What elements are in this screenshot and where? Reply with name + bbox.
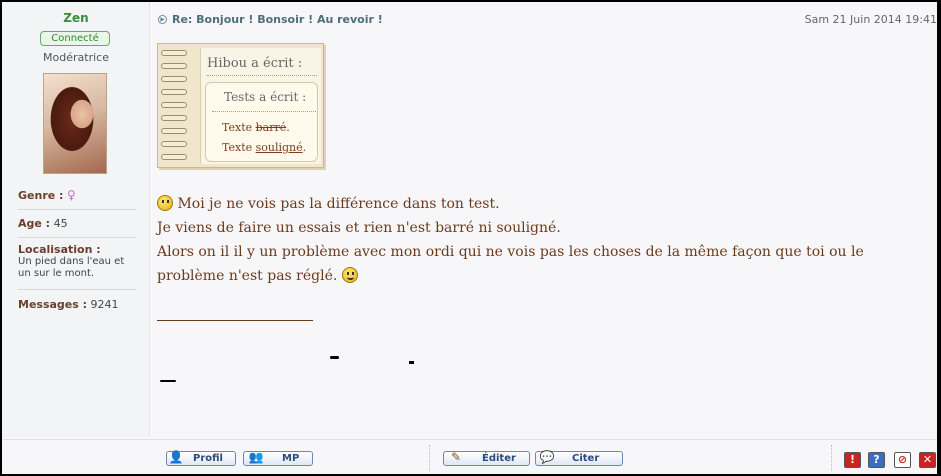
- post-subject[interactable]: Re: Bonjour ! Bonsoir ! Au revoir !: [172, 13, 383, 26]
- profile-gender: Genre : ♀: [18, 188, 136, 202]
- help-button[interactable]: ?: [868, 452, 885, 468]
- profile-divider: [18, 289, 136, 290]
- quote-text: .: [286, 121, 290, 134]
- online-status-badge: Connecté: [40, 31, 110, 46]
- post-message: Moi je ne vois pas la différence dans to…: [157, 192, 937, 288]
- message-line: Alors on il il y un problème avec mon or…: [157, 244, 864, 260]
- female-icon: ♀: [66, 188, 76, 202]
- pm-button-label: MP: [282, 453, 300, 464]
- author-profile: Zen Connecté Modératrice Genre : ♀ Age :…: [2, 2, 150, 437]
- message-text: problème n'est pas réglé.: [157, 268, 338, 284]
- message-line: problème n'est pas réglé.: [157, 264, 937, 288]
- username-link[interactable]: Zen: [2, 11, 150, 25]
- private-message-button[interactable]: 👥 MP: [243, 450, 313, 466]
- profile-messages: Messages : 9241: [18, 298, 136, 311]
- users-icon: 👥: [248, 450, 264, 464]
- notebook-spiral-icon: [161, 128, 187, 134]
- quote-button-label: Citer: [572, 453, 600, 464]
- age-value: 45: [53, 217, 68, 230]
- quote-outer-content: Hibou a écrit : Tests a écrit : Texte ba…: [200, 48, 321, 164]
- message-text: Moi je ne vois pas la différence dans to…: [177, 196, 500, 212]
- notebook-spiral-icon: [161, 89, 187, 95]
- signature-image: [160, 380, 176, 382]
- notebook-spiral-icon: [161, 76, 187, 82]
- edit-button-label: Éditer: [482, 453, 516, 464]
- footer-divider: [831, 445, 832, 471]
- quote-button[interactable]: 💬 Citer: [535, 450, 623, 466]
- profile-button[interactable]: 👤 Profil: [166, 450, 236, 466]
- notebook-spiral-icon: [161, 115, 187, 121]
- nested-quote-block: Tests a écrit : Texte barré. Texte souli…: [205, 82, 318, 162]
- quote-text: Texte: [222, 141, 256, 154]
- block-icon[interactable]: ⊘: [894, 452, 911, 468]
- quote-text: Texte: [222, 121, 256, 134]
- signature-separator: [157, 320, 313, 321]
- footer-divider: [429, 445, 430, 471]
- notebook-spiral-icon: [161, 50, 187, 56]
- delete-icon[interactable]: ✕: [919, 452, 936, 468]
- quote-author-tests: Tests a écrit :: [224, 90, 307, 104]
- messages-value: 9241: [90, 298, 119, 311]
- edit-icon: ✎: [450, 450, 462, 464]
- notebook-spiral-icon: [161, 141, 187, 147]
- report-button[interactable]: !: [844, 452, 861, 468]
- location-value: Un pied dans l'eau et un sur le mont.: [18, 256, 125, 279]
- grin-smiley-icon: [341, 267, 358, 283]
- message-line: Moi je ne vois pas la différence dans to…: [157, 192, 937, 216]
- notebook-spiral-icon: [161, 102, 187, 108]
- signature-image: [409, 361, 414, 364]
- message-line: Je viens de faire un essais et rien n'es…: [157, 220, 561, 236]
- post-date: Sam 21 Juin 2014 19:41: [804, 13, 937, 26]
- quote-author-hibou: Hibou a écrit :: [207, 56, 303, 71]
- quote-divider: [207, 75, 317, 76]
- profile-location: Localisation : Un pied dans l'eau et un …: [18, 243, 136, 280]
- avatar[interactable]: [43, 73, 107, 174]
- post-footer: 👤 Profil 👥 MP ✎ Éditer 💬 Citer ! ? ⊘ ✕: [2, 439, 937, 474]
- profile-divider: [18, 237, 136, 238]
- location-label: Localisation :: [18, 243, 101, 256]
- quote-text: .: [302, 141, 307, 154]
- gender-label: Genre :: [18, 189, 64, 202]
- profile-button-label: Profil: [193, 453, 223, 464]
- quote-line-underline: Texte souligné.: [222, 141, 306, 154]
- post-header: ▶ Re: Bonjour ! Bonsoir ! Au revoir ! Sa…: [151, 2, 937, 38]
- forum-post: Zen Connecté Modératrice Genre : ♀ Age :…: [2, 2, 937, 474]
- confused-smiley-icon: [157, 195, 173, 211]
- profile-age: Age : 45: [18, 217, 136, 230]
- user-rank: Modératrice: [43, 51, 109, 64]
- quote-line-strike: Texte barré.: [222, 121, 290, 134]
- underlined-text: souligné: [255, 141, 303, 154]
- notebook-spiral-icon: [161, 154, 187, 160]
- messages-label: Messages :: [18, 298, 88, 311]
- signature-image: [330, 356, 339, 359]
- quote-bubble-icon: 💬: [539, 450, 555, 464]
- post-link-icon[interactable]: ▶: [158, 15, 167, 24]
- age-label: Age :: [18, 217, 51, 230]
- quote-divider: [212, 111, 316, 112]
- window-frame: Zen Connecté Modératrice Genre : ♀ Age :…: [0, 0, 941, 476]
- notebook-spiral-icon: [161, 63, 187, 69]
- profile-divider: [18, 209, 136, 210]
- edit-button[interactable]: ✎ Éditer: [443, 450, 530, 466]
- quote-block: Hibou a écrit : Tests a écrit : Texte ba…: [157, 43, 324, 168]
- user-icon: 👤: [168, 450, 184, 464]
- strikethrough-text: barré: [255, 121, 287, 134]
